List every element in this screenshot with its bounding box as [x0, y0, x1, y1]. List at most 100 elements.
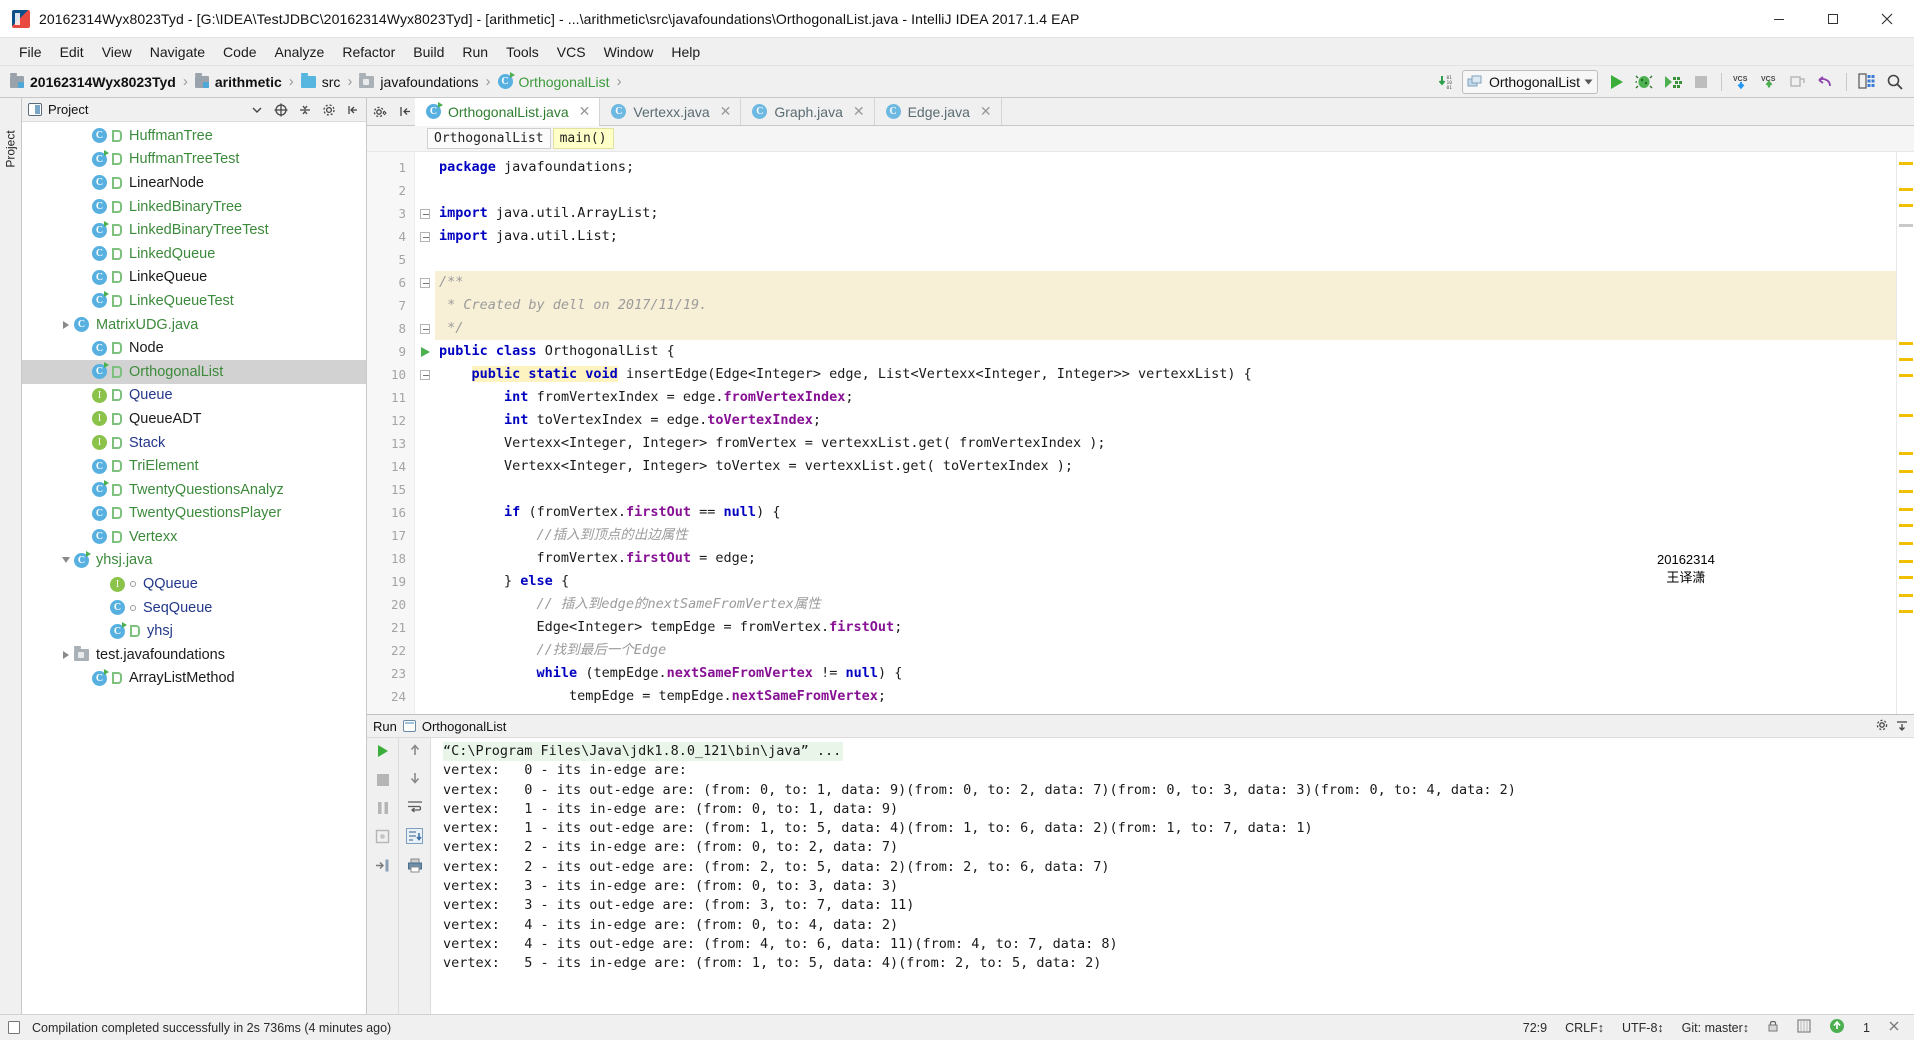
layout-icon[interactable]: [1854, 69, 1880, 95]
pause-button[interactable]: [376, 801, 390, 818]
tree-item[interactable]: C LinearNode: [22, 171, 366, 195]
stripe-marker[interactable]: [1899, 594, 1913, 597]
dump-threads-button[interactable]: [375, 829, 390, 847]
tree-item[interactable]: C SeqQueue: [22, 596, 366, 620]
code-line[interactable]: /**: [435, 271, 1896, 294]
tree-item[interactable]: C MatrixUDG.java: [22, 313, 366, 337]
menu-run[interactable]: Run: [453, 41, 497, 63]
hide-panel-icon[interactable]: [344, 101, 362, 119]
settings-gear-icon[interactable]: [320, 101, 338, 119]
stripe-marker[interactable]: [1899, 542, 1913, 545]
menu-analyze[interactable]: Analyze: [266, 41, 334, 63]
menu-file[interactable]: File: [10, 41, 51, 63]
menu-refactor[interactable]: Refactor: [333, 41, 404, 63]
file-encoding[interactable]: UTF-8↕: [1616, 1021, 1670, 1035]
stripe-marker[interactable]: [1899, 576, 1913, 579]
chevron-right-icon[interactable]: [58, 650, 74, 659]
close-icon[interactable]: ✕: [720, 103, 732, 120]
tree-item[interactable]: Cyhsj.java: [22, 549, 366, 573]
menu-edit[interactable]: Edit: [51, 41, 93, 63]
download-binary-icon[interactable]: 01 10 01: [1434, 69, 1460, 95]
tree-item[interactable]: I QueueADT: [22, 407, 366, 431]
breadcrumb-item-package[interactable]: javafoundations: [359, 72, 479, 90]
run-button[interactable]: [1604, 69, 1630, 95]
code-line[interactable]: import java.util.ArrayList;: [435, 202, 1896, 225]
run-configuration-selector[interactable]: OrthogonalList: [1461, 69, 1598, 94]
chevron-down-icon[interactable]: [58, 557, 74, 564]
run-tab-title[interactable]: Run: [373, 719, 397, 734]
tree-item[interactable]: C Node: [22, 336, 366, 360]
editor-settings-gear-icon[interactable]: [367, 98, 393, 125]
chevron-down-icon[interactable]: [248, 101, 266, 119]
tree-item[interactable]: C OrthogonalList: [22, 359, 366, 384]
tree-item[interactable]: C LinkedQueue: [22, 242, 366, 266]
stripe-marker[interactable]: [1899, 374, 1913, 377]
fold-marker[interactable]: [415, 202, 435, 225]
undo-icon[interactable]: [1813, 69, 1839, 95]
stripe-marker[interactable]: [1899, 204, 1913, 207]
stripe-marker[interactable]: [1899, 508, 1913, 511]
memory-indicator-icon[interactable]: [1791, 1019, 1817, 1036]
notification-count[interactable]: 1: [1857, 1021, 1876, 1035]
tree-item[interactable]: C Vertexx: [22, 525, 366, 549]
run-with-coverage-button[interactable]: [1660, 69, 1686, 95]
caret-position[interactable]: 72:9: [1517, 1021, 1553, 1035]
menu-navigate[interactable]: Navigate: [141, 41, 214, 63]
fold-marker[interactable]: [415, 271, 435, 294]
tree-item[interactable]: I Queue: [22, 384, 366, 408]
code-line[interactable]: import java.util.List;: [435, 225, 1896, 248]
close-icon[interactable]: ✕: [579, 103, 591, 120]
stop-button[interactable]: [376, 773, 390, 790]
fold-marker[interactable]: [415, 340, 435, 363]
vcs-commit-icon[interactable]: VCS: [1757, 69, 1783, 95]
code-line[interactable]: while (tempEdge.nextSameFromVertex != nu…: [435, 662, 1896, 685]
stripe-marker[interactable]: [1899, 610, 1913, 613]
vcs-update-icon[interactable]: VCS: [1729, 69, 1755, 95]
tree-item[interactable]: Cyhsj: [22, 619, 366, 643]
search-everywhere-icon[interactable]: [1882, 69, 1908, 95]
menu-view[interactable]: View: [93, 41, 141, 63]
stripe-marker[interactable]: [1899, 560, 1913, 563]
scroll-up-button[interactable]: [408, 743, 422, 760]
menu-vcs[interactable]: VCS: [548, 41, 595, 63]
code-line[interactable]: int toVertexIndex = edge.toVertexIndex;: [435, 409, 1896, 432]
breadcrumb-chip-method[interactable]: main(): [552, 128, 614, 149]
console-output[interactable]: “C:\Program Files\Java\jdk1.8.0_121\bin\…: [431, 738, 1914, 1014]
code-line[interactable]: Vertexx<Integer, Integer> fromVertex = v…: [435, 432, 1896, 455]
code-line[interactable]: */: [435, 317, 1896, 340]
fold-marker[interactable]: [415, 317, 435, 340]
tree-item[interactable]: C LinkedBinaryTree: [22, 195, 366, 219]
fold-gutter[interactable]: [415, 152, 435, 714]
stripe-marker[interactable]: [1899, 452, 1913, 455]
tree-item[interactable]: C TwentyQuestionsAnalyz: [22, 478, 366, 502]
code-line[interactable]: if (fromVertex.firstOut == null) {: [435, 501, 1896, 524]
tab-edge[interactable]: C Edge.java ✕: [875, 98, 1002, 125]
soft-wrap-button[interactable]: [407, 799, 423, 817]
editor-hide-tabs-icon[interactable]: [393, 98, 415, 125]
code-line[interactable]: //插入到顶点的出边属性: [435, 524, 1896, 547]
breadcrumb-item-class[interactable]: C OrthogonalList: [497, 72, 610, 90]
fold-marker[interactable]: [415, 225, 435, 248]
code-line[interactable]: package javafoundations;: [435, 156, 1896, 179]
tree-item[interactable]: C HuffmanTreeTest: [22, 148, 366, 172]
tree-item[interactable]: I QQueue: [22, 572, 366, 596]
code-line[interactable]: [435, 179, 1896, 202]
menu-code[interactable]: Code: [214, 41, 265, 63]
lock-icon[interactable]: [1761, 1019, 1785, 1036]
stripe-marker[interactable]: [1899, 162, 1913, 165]
tab-vertexx[interactable]: C Vertexx.java ✕: [600, 98, 742, 125]
scroll-from-source-icon[interactable]: [272, 101, 290, 119]
line-separator[interactable]: CRLF↕: [1559, 1021, 1610, 1035]
stripe-marker[interactable]: [1899, 470, 1913, 473]
debug-button[interactable]: [1632, 69, 1658, 95]
stripe-marker[interactable]: [1899, 188, 1913, 191]
breadcrumb-item-src[interactable]: src: [300, 72, 340, 90]
scroll-down-button[interactable]: [408, 771, 422, 788]
tree-item[interactable]: C LinkedBinaryTreeTest: [22, 218, 366, 242]
tree-item[interactable]: C TwentyQuestionsPlayer: [22, 502, 366, 526]
close-icon[interactable]: ✕: [853, 103, 865, 120]
fold-collapse-icon[interactable]: [420, 323, 430, 334]
maximize-button[interactable]: [1806, 0, 1860, 38]
stripe-marker[interactable]: [1899, 524, 1913, 527]
close-run-tab-button[interactable]: [375, 858, 390, 876]
